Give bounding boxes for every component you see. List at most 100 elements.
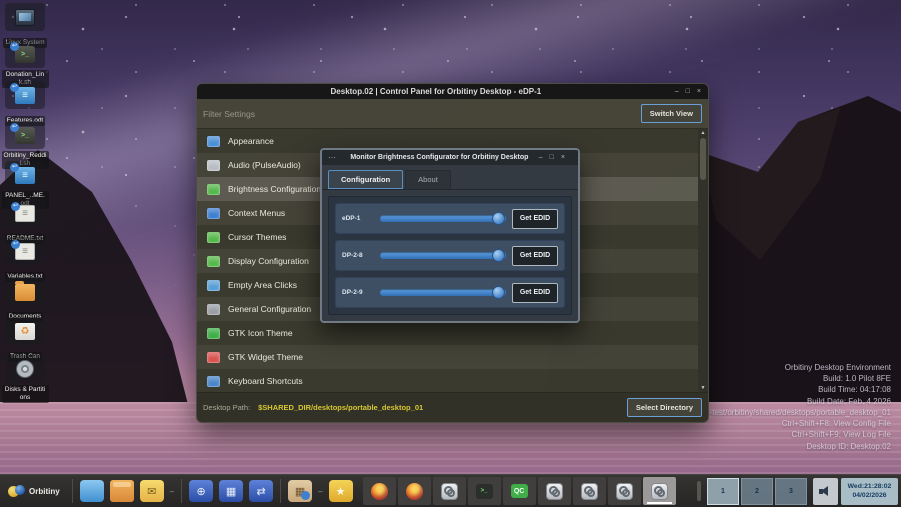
task-firefox-2[interactable]: [398, 477, 431, 505]
minimize-icon[interactable]: –: [539, 154, 543, 161]
desktop: Linux System↩Donation_Link.sh↩Features.o…: [0, 0, 901, 507]
task-terminal[interactable]: >_: [468, 477, 501, 505]
task-orbitiny-app-1[interactable]: [433, 477, 466, 505]
settings-item-icon: [207, 304, 220, 315]
orbitiny-menu-button[interactable]: Orbitiny: [3, 475, 68, 507]
favorites-launcher[interactable]: ★: [329, 480, 353, 502]
maximize-icon[interactable]: □: [550, 154, 554, 161]
clock-time: Wed:21:28:02: [848, 482, 892, 491]
settings-item-label: Empty Area Clicks: [228, 280, 297, 290]
orbitiny-icon: [546, 483, 563, 500]
scrollbar-thumb[interactable]: [700, 138, 706, 180]
brightness-slider-dp-2-8[interactable]: [380, 252, 506, 259]
settings-item-gtk-widget-theme[interactable]: GTK Widget Theme: [197, 345, 708, 369]
mail-launcher[interactable]: ✉: [140, 480, 164, 502]
settings-item-label: Keyboard Shortcuts: [228, 376, 303, 386]
select-directory-button[interactable]: Select Directory: [627, 398, 702, 417]
scroll-up-icon[interactable]: ▲: [701, 130, 706, 136]
monitor-label: DP-2-9: [342, 289, 374, 296]
desktop-icon-tile: [5, 355, 45, 383]
task-orbitiny-app-4[interactable]: [608, 477, 641, 505]
dialog-tab-bar: ConfigurationAbout: [322, 165, 578, 190]
slider-handle[interactable]: [492, 212, 505, 225]
minimize-icon[interactable]: –: [675, 88, 679, 95]
files-launcher[interactable]: [110, 480, 134, 502]
system-info-line: Desktop ID: Desktop.02: [692, 441, 891, 452]
system-info-line: Ctrl+Shift+F8: View Config File: [692, 418, 891, 429]
settings-item-label: Appearance: [228, 136, 274, 146]
system-info-line: ease-test/orbitiny/shared/desktops/porta…: [692, 407, 891, 418]
settings-item-label: Context Menus: [228, 208, 285, 218]
filter-settings-input[interactable]: [203, 109, 641, 119]
slider-row-dp-2-8: DP-2-8Get EDID: [335, 240, 565, 271]
settings-item-label: Audio (PulseAudio): [228, 160, 301, 170]
overflow-dash-icon[interactable]: –: [315, 487, 325, 496]
volume-button[interactable]: [813, 478, 838, 505]
brightness-dialog: ⋯ Monitor Brightness Configurator for Or…: [320, 148, 580, 323]
settings-item-label: Display Configuration: [228, 256, 309, 266]
tab-configuration[interactable]: Configuration: [328, 170, 403, 189]
show-desktop-launcher[interactable]: [80, 480, 104, 502]
panel-app-launcher[interactable]: ▦: [219, 480, 243, 502]
system-info-line: Build: 1.0 Pilot 8FE: [692, 373, 891, 384]
task-firefox-1[interactable]: [363, 477, 396, 505]
system-info-line: Ctrl+Shift+F9: View Log File: [692, 429, 891, 440]
switch-view-button[interactable]: Switch View: [641, 104, 702, 123]
maximize-icon[interactable]: □: [686, 88, 690, 95]
workspace-button-3[interactable]: 3: [775, 478, 807, 505]
slider-handle[interactable]: [492, 249, 505, 262]
settings-item-gtk-icon-theme[interactable]: GTK Icon Theme: [197, 321, 708, 345]
tab-about[interactable]: About: [405, 170, 451, 189]
trash-icon: [15, 323, 35, 340]
brightness-dialog-titlebar[interactable]: ⋯ Monitor Brightness Configurator for Or…: [322, 150, 578, 165]
settings-item-label: GTK Widget Theme: [228, 352, 303, 362]
get-edid-button[interactable]: Get EDID: [512, 246, 558, 266]
launcher-group: ✉–⊕▦⇄▦–★: [77, 479, 356, 503]
overflow-dash-icon[interactable]: –: [167, 487, 177, 496]
task-qc[interactable]: QC: [503, 477, 536, 505]
apps-grid-launcher[interactable]: ▦: [288, 480, 312, 502]
settings-item-keyboard-shortcuts[interactable]: Keyboard Shortcuts: [197, 369, 708, 392]
settings-item-icon: [207, 352, 220, 363]
pager-handle[interactable]: [697, 481, 701, 501]
settings-item-label: GTK Icon Theme: [228, 328, 293, 338]
get-edid-button[interactable]: Get EDID: [512, 283, 558, 303]
slider-row-edp-1: eDP-1Get EDID: [335, 203, 565, 234]
system-info-line: Build Time: 04:17:08: [692, 384, 891, 395]
shortcut-arrow-icon: ↩: [10, 83, 19, 92]
task-orbitiny-app-5[interactable]: [643, 477, 676, 505]
network-app-launcher[interactable]: ⊕: [189, 480, 213, 502]
clock-date: 04/02/2026: [852, 491, 886, 500]
task-orbitiny-app-2[interactable]: [538, 477, 571, 505]
desktop-icon-tile: ↩: [5, 199, 45, 227]
shortcut-arrow-icon: ↩: [11, 240, 20, 249]
desktop-icon-tile: [5, 277, 45, 305]
taskbar-clock[interactable]: Wed:21:28:02 04/02/2026: [841, 478, 898, 505]
task-group: >_QC: [362, 477, 677, 505]
workspace-button-2[interactable]: 2: [741, 478, 773, 505]
settings-item-label: Brightness Configuration: [228, 184, 321, 194]
control-panel-titlebar[interactable]: Desktop.02 | Control Panel for Orbitiny …: [197, 84, 708, 99]
get-edid-button[interactable]: Get EDID: [512, 209, 558, 229]
settings-item-icon: [207, 160, 220, 171]
sync-app-launcher[interactable]: ⇄: [249, 480, 273, 502]
close-icon[interactable]: ×: [697, 88, 701, 95]
computer-icon: [15, 9, 35, 26]
slider-handle[interactable]: [492, 286, 505, 299]
desktop-icon-tile: [5, 317, 45, 345]
close-icon[interactable]: ×: [561, 154, 565, 161]
desktop-icon-disk-9[interactable]: Disks & Partitions: [1, 355, 49, 404]
workspace-button-1[interactable]: 1: [707, 478, 739, 505]
settings-item-icon: [207, 208, 220, 219]
window-menu-icon[interactable]: ⋯: [328, 153, 336, 162]
brightness-sliders-panel: eDP-1Get EDID DP-2-8Get EDID DP-2-9 Get EDI…: [328, 196, 572, 315]
brightness-slider-edp-1[interactable]: [380, 215, 506, 222]
scroll-down-icon[interactable]: ▼: [701, 385, 706, 391]
desktop-path-label: Desktop Path:: [203, 403, 250, 412]
task-orbitiny-app-3[interactable]: [573, 477, 606, 505]
speaker-icon: [819, 486, 832, 497]
shortcut-arrow-icon: ↩: [10, 163, 19, 172]
desktop-path-value: $SHARED_DIR/desktops/portable_desktop_01: [258, 403, 619, 412]
text-icon: ↩: [15, 205, 35, 222]
brightness-slider-dp-2-9[interactable]: [380, 289, 506, 296]
